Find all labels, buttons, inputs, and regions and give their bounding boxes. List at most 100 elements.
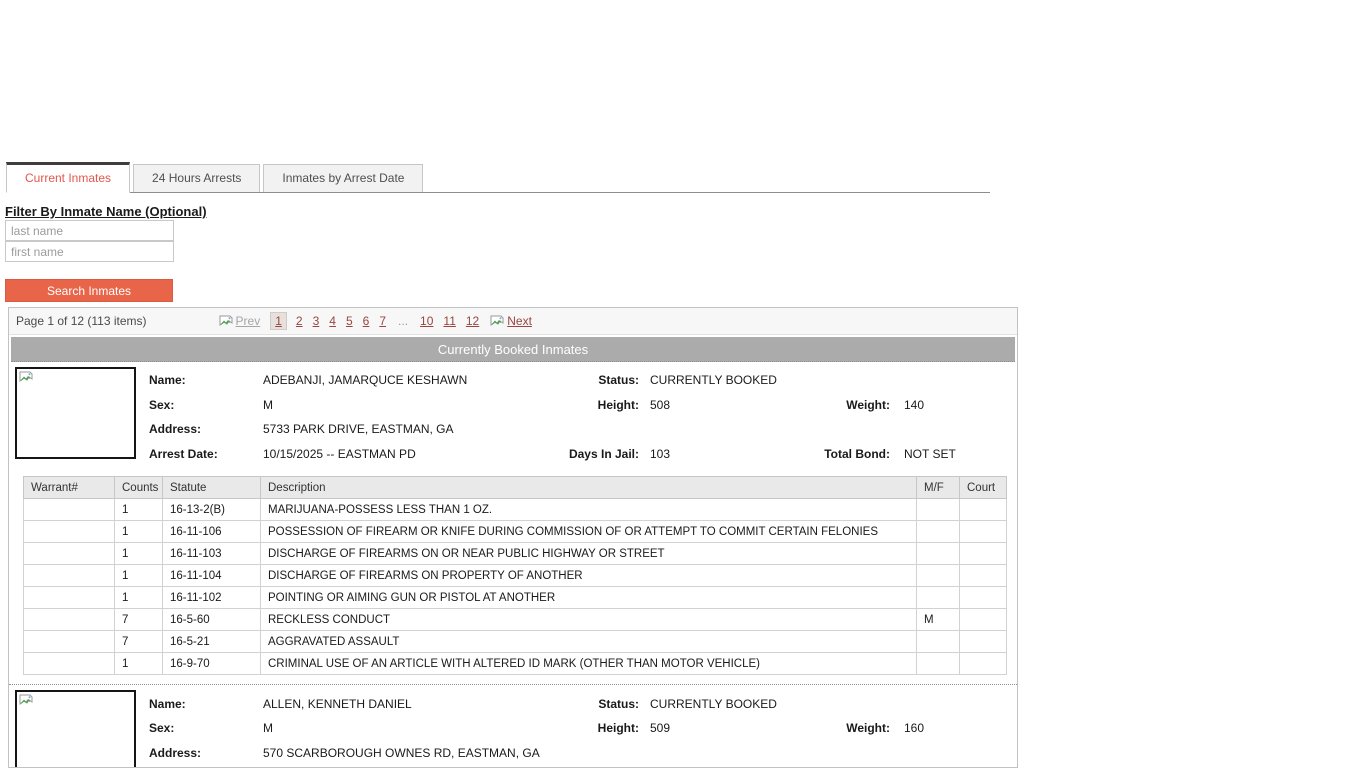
description-cell: MARIJUANA-POSSESS LESS THAN 1 OZ.	[261, 499, 917, 521]
weight-value: 160	[890, 721, 1017, 735]
charge-row: 116-11-104DISCHARGE OF FIREARMS ON PROPE…	[24, 565, 1007, 587]
description-cell: RECKLESS CONDUCT	[261, 609, 917, 631]
charge-row: 116-9-70CRIMINAL USE OF AN ARTICLE WITH …	[24, 653, 1007, 675]
counts-cell: 1	[115, 499, 163, 521]
address-value: 5733 PARK DRIVE, EASTMAN, GA	[263, 422, 1017, 436]
name-label: Name:	[149, 697, 263, 711]
broken-image-icon	[490, 315, 505, 328]
mf-cell	[917, 631, 960, 653]
description-cell: AGGRAVATED ASSAULT	[261, 631, 917, 653]
court-cell	[960, 521, 1007, 543]
weight-value: 140	[890, 398, 1017, 412]
total-bond-label: Total Bond:	[810, 447, 890, 461]
court-cell	[960, 609, 1007, 631]
description-cell: DISCHARGE OF FIREARMS ON PROPERTY OF ANO…	[261, 565, 917, 587]
charges-col-warrant: Warrant#	[24, 477, 115, 499]
pager-page-6[interactable]: 6	[363, 314, 370, 328]
counts-cell: 7	[115, 631, 163, 653]
description-cell: POSSESSION OF FIREARM OR KNIFE DURING CO…	[261, 521, 917, 543]
warrant-cell	[24, 499, 115, 521]
charge-row: 116-13-2(B)MARIJUANA-POSSESS LESS THAN 1…	[24, 499, 1007, 521]
height-label: Height:	[524, 721, 639, 735]
court-cell	[960, 587, 1007, 609]
sex-label: Sex:	[149, 398, 263, 412]
pager-ellipsis: ...	[398, 314, 408, 328]
mf-cell	[917, 521, 960, 543]
name-value: ADEBANJI, JAMARQUCE KESHAWN	[263, 373, 524, 387]
status-value: CURRENTLY BOOKED	[639, 373, 810, 387]
pager-page-12[interactable]: 12	[466, 314, 479, 328]
warrant-cell	[24, 609, 115, 631]
statute-cell: 16-13-2(B)	[163, 499, 261, 521]
address-value: 570 SCARBOROUGH OWNES RD, EASTMAN, GA	[263, 746, 1017, 760]
weight-label: Weight:	[810, 721, 890, 735]
pager-page-2[interactable]: 2	[296, 314, 303, 328]
mf-cell	[917, 499, 960, 521]
charge-row: 716-5-60RECKLESS CONDUCTM	[24, 609, 1007, 631]
tab-current-inmates[interactable]: Current Inmates	[6, 162, 130, 193]
tab-inmates-by-arrest-date[interactable]: Inmates by Arrest Date	[263, 164, 423, 192]
court-cell	[960, 653, 1007, 675]
tab-24-hours-arrests[interactable]: 24 Hours Arrests	[133, 164, 260, 192]
sex-label: Sex:	[149, 721, 263, 735]
address-label: Address:	[149, 746, 263, 760]
pager-page-11[interactable]: 11	[443, 314, 455, 328]
height-value: 508	[639, 398, 810, 412]
statute-cell: 16-11-106	[163, 521, 261, 543]
height-value: 509	[639, 721, 810, 735]
statute-cell: 16-9-70	[163, 653, 261, 675]
pager-summary: Page 1 of 12 (113 items)	[16, 314, 147, 328]
pager-page-7[interactable]: 7	[379, 314, 386, 328]
inmate-fields: Name:ADEBANJI, JAMARQUCE KESHAWNStatus:C…	[149, 368, 1017, 466]
sex-value: M	[263, 721, 524, 735]
counts-cell: 7	[115, 609, 163, 631]
address-label: Address:	[149, 422, 263, 436]
arrest-date-value: 10/15/2025 -- EASTMAN PD	[263, 447, 524, 461]
pager-next-button[interactable]: Next	[490, 314, 532, 328]
charges-col-counts: Counts	[115, 477, 163, 499]
statute-cell: 16-11-104	[163, 565, 261, 587]
inmate-photo	[15, 367, 136, 459]
last-name-input[interactable]	[5, 220, 174, 241]
status-value: CURRENTLY BOOKED	[639, 697, 810, 711]
pager-page-current[interactable]: 1	[270, 312, 287, 330]
records-container: Name:ADEBANJI, JAMARQUCE KESHAWNStatus:C…	[9, 362, 1017, 768]
pager-page-links: 1234567...101112	[266, 312, 484, 330]
name-value: ALLEN, KENNETH DANIEL	[263, 697, 524, 711]
charge-row: 116-11-106POSSESSION OF FIREARM OR KNIFE…	[24, 521, 1007, 543]
status-label: Status:	[524, 697, 639, 711]
court-cell	[960, 499, 1007, 521]
description-cell: CRIMINAL USE OF AN ARTICLE WITH ALTERED …	[261, 653, 917, 675]
statute-cell: 16-5-60	[163, 609, 261, 631]
inmate-record: Name:ADEBANJI, JAMARQUCE KESHAWNStatus:C…	[9, 362, 1017, 685]
statute-cell: 16-5-21	[163, 631, 261, 653]
statute-cell: 16-11-103	[163, 543, 261, 565]
sex-value: M	[263, 398, 524, 412]
inmates-grid-panel: Page 1 of 12 (113 items) Prev 1234567...…	[8, 307, 1018, 768]
days-in-jail-value: 103	[639, 447, 810, 461]
mf-cell	[917, 587, 960, 609]
pager-page-4[interactable]: 4	[329, 314, 336, 328]
search-inmates-button[interactable]: Search Inmates	[5, 279, 173, 302]
description-cell: POINTING OR AIMING GUN OR PISTOL AT ANOT…	[261, 587, 917, 609]
charges-col-statute: Statute	[163, 477, 261, 499]
broken-image-icon	[19, 371, 34, 384]
pager-page-5[interactable]: 5	[346, 314, 353, 328]
broken-image-icon	[219, 315, 234, 328]
charges-col-description: Description	[261, 477, 917, 499]
first-name-input[interactable]	[5, 241, 174, 262]
weight-label: Weight:	[810, 398, 890, 412]
counts-cell: 1	[115, 543, 163, 565]
pager-page-3[interactable]: 3	[313, 314, 320, 328]
arrest-date-label: Arrest Date:	[149, 447, 263, 461]
counts-cell: 1	[115, 653, 163, 675]
counts-cell: 1	[115, 565, 163, 587]
pager-page-10[interactable]: 10	[420, 314, 433, 328]
mf-cell	[917, 565, 960, 587]
charge-row: 116-11-102POINTING OR AIMING GUN OR PIST…	[24, 587, 1007, 609]
counts-cell: 1	[115, 521, 163, 543]
court-cell	[960, 631, 1007, 653]
inmate-fields: Name:ALLEN, KENNETH DANIELStatus:CURRENT…	[149, 691, 1017, 768]
mf-cell	[917, 653, 960, 675]
charge-row: 716-5-21AGGRAVATED ASSAULT	[24, 631, 1007, 653]
